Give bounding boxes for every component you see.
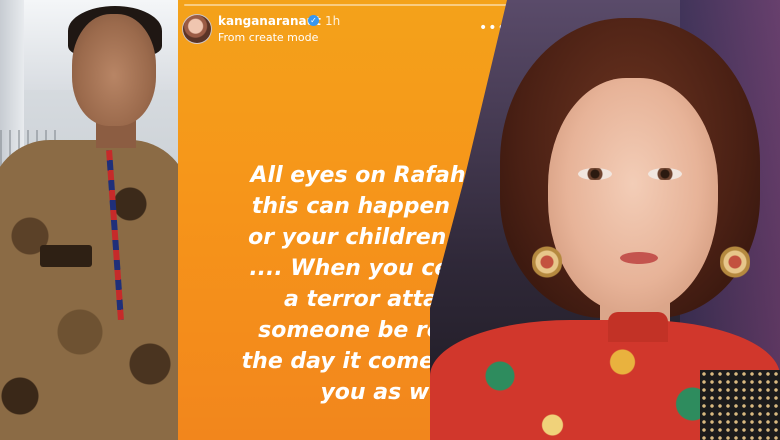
story-timestamp: 1h bbox=[325, 14, 341, 28]
verified-badge-icon: ✓ bbox=[308, 15, 319, 26]
story-subtitle[interactable]: From create mode bbox=[218, 31, 318, 44]
mandarin-collar bbox=[608, 312, 668, 342]
left-eye bbox=[578, 168, 612, 180]
face bbox=[548, 78, 718, 313]
right-earring bbox=[720, 240, 750, 284]
officer-face bbox=[72, 14, 156, 126]
story-header: kanganaranaut ✓ 1h From create mode ••• … bbox=[182, 12, 542, 48]
net-shawl bbox=[700, 370, 780, 440]
right-eye bbox=[648, 168, 682, 180]
lips bbox=[620, 252, 658, 264]
username[interactable]: kanganaranaut bbox=[218, 14, 321, 28]
avatar[interactable] bbox=[182, 14, 212, 44]
story-progress-bar bbox=[184, 4, 544, 6]
officer-photo bbox=[0, 0, 178, 440]
uniform-pocket bbox=[40, 245, 92, 267]
left-earring bbox=[532, 240, 562, 284]
camouflage-uniform bbox=[0, 140, 178, 440]
